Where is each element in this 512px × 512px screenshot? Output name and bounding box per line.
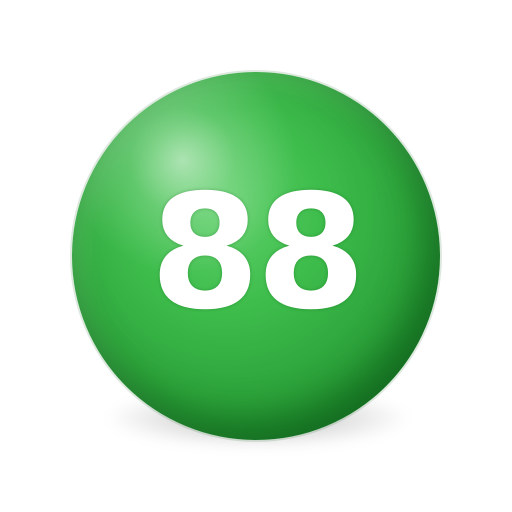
ball-stage: 88	[0, 0, 512, 512]
number-ball: 88	[72, 72, 440, 440]
ball-number: 88	[150, 161, 366, 345]
